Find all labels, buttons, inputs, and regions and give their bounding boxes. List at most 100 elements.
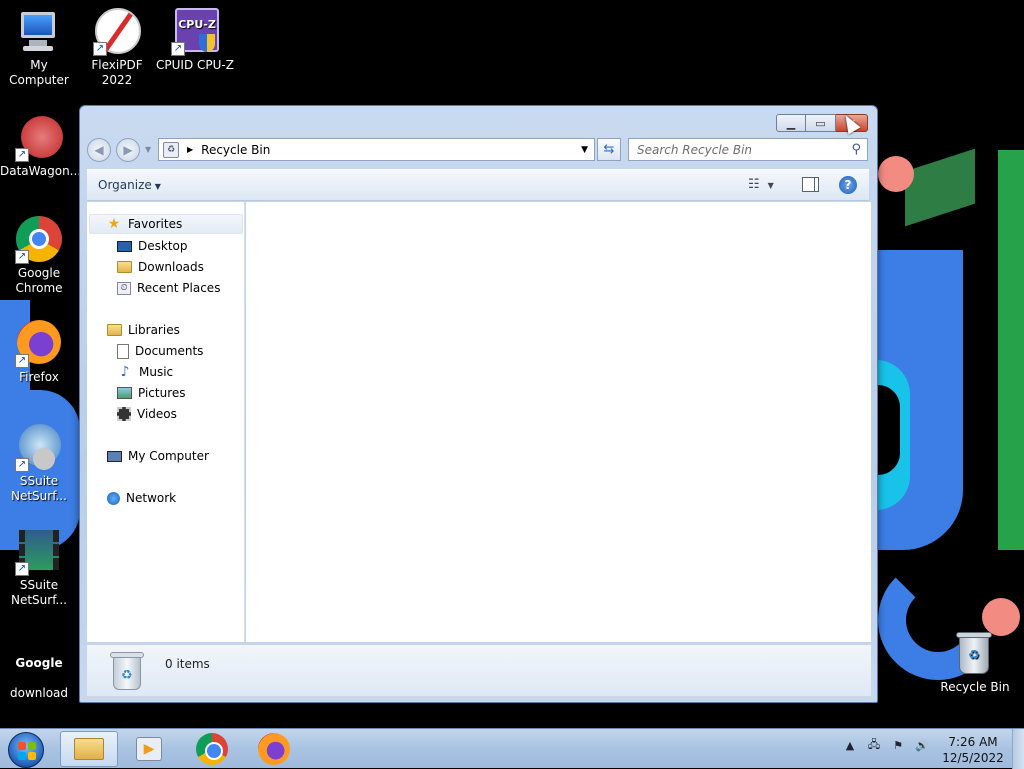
pictures-icon [117,387,132,399]
taskbar-explorer[interactable] [60,731,118,767]
clock[interactable]: 7:26 AM 12/5/2022 [940,734,1006,766]
shortcut-arrow-icon: ↗ [15,458,29,472]
taskbar-chrome[interactable] [183,731,241,767]
organize-button[interactable]: Organize ▼ [98,178,161,192]
wallpaper-shape [998,150,1024,550]
explorer-window[interactable]: ▁ ▭ ✕ ◀ ▶ ▼ ♻ ▶ Recycle Bin ▼ ⇆ ⚲ Organi… [79,105,878,703]
network-icon [107,491,120,505]
back-button[interactable]: ◀ [87,138,111,162]
nav-my-computer[interactable]: My Computer [107,446,209,466]
flexipdf-icon: ↗ [93,8,141,56]
minimize-button[interactable]: ▁ [776,114,806,132]
desktop-icon-cpuz[interactable]: CPU-Z ↗ CPUID CPU-Z [156,8,234,73]
desktop-icon-recycle-bin[interactable]: ♻ Recycle Bin [936,630,1014,695]
help-icon: ? [844,178,852,192]
datawagon-icon: ↗ [15,114,63,162]
wallpaper-shape [878,156,914,192]
ssuite-netsurfer-icon: ↗ [15,424,63,472]
taskbar-media-player[interactable]: ▶ [120,731,178,767]
search-icon[interactable]: ⚲ [851,142,861,157]
cpuz-icon: CPU-Z ↗ [171,8,219,56]
libraries-icon [107,324,122,336]
chevron-down-icon: ▼ [154,182,161,191]
desktop-icon-firefox[interactable]: ↗ Firefox [0,320,78,385]
file-list-area[interactable] [246,202,871,642]
forward-arrow-icon: ▶ [123,143,133,157]
recycle-bin-icon: ♻ [951,630,999,678]
firefox-icon [258,733,290,765]
nav-libraries[interactable]: Libraries [107,320,180,340]
details-pane: ♻ 0 items [87,644,871,696]
show-hidden-icons-icon[interactable]: ▲ [842,737,858,753]
breadcrumb-separator-icon[interactable]: ▶ [187,145,193,154]
shortcut-arrow-icon: ↗ [15,250,29,264]
help-button[interactable]: ? [839,176,857,194]
nav-item-pictures[interactable]: Pictures [117,383,186,403]
my-computer-icon [15,8,63,56]
view-details-icon: ☷ [748,177,760,192]
nav-item-desktop[interactable]: Desktop [117,236,188,256]
clock-time: 7:26 AM [948,735,998,749]
windows-logo-icon [18,742,36,760]
computer-icon [107,450,122,462]
refresh-icon: ⇆ [603,142,615,157]
navigation-row: ◀ ▶ ▼ ♻ ▶ Recycle Bin ▼ ⇆ ⚲ [87,137,869,163]
recent-pages-dropdown[interactable]: ▼ [145,145,151,154]
desktop-icon-ssuite-netsurfer[interactable]: ↗ SSuite NetSurf... [0,424,78,504]
desktop-icon [117,240,132,252]
downloads-folder-icon [117,261,132,273]
recent-places-icon: ⏲ [117,281,131,295]
explorer-folder-icon [74,738,104,760]
desktop-icon-google-chrome[interactable]: ↗ Google Chrome [0,216,78,296]
change-view-button[interactable]: ☷ ▼ [748,177,774,192]
refresh-button[interactable]: ⇆ [597,138,621,161]
shortcut-arrow-icon: ↗ [93,42,107,56]
recycle-bin-large-icon: ♻ [109,650,145,692]
item-count: 0 items [165,657,210,671]
wallpaper-shape [878,385,900,475]
desktop-icon-my-computer[interactable]: My Computer [0,8,78,88]
back-arrow-icon: ◀ [94,143,104,157]
taskbar: ▶ ▲ 🖧 ⚑ 🔊 7:26 AM 12/5/2022 [0,728,1024,769]
videos-icon [117,407,131,421]
wallpaper-shape [905,148,975,227]
desktop-icon-datawagon[interactable]: ↗ DataWagon... [0,114,81,179]
command-bar: Organize ▼ ☷ ▼ ? [87,169,869,201]
maximize-button[interactable]: ▭ [806,114,836,132]
star-icon: ★ [107,216,121,232]
start-button[interactable] [8,732,44,768]
firefox-icon: ↗ [15,320,63,368]
network-status-icon[interactable]: 🖧 [866,737,882,753]
documents-icon [117,343,129,359]
search-input[interactable] [635,140,845,160]
show-desktop-button[interactable] [1012,729,1024,769]
search-box: ⚲ [628,138,868,161]
nav-item-videos[interactable]: Videos [117,404,177,424]
nav-item-downloads[interactable]: Downloads [117,257,204,277]
nav-network[interactable]: Network [107,488,176,508]
address-dropdown-icon[interactable]: ▼ [581,145,588,155]
nav-item-recent-places[interactable]: ⏲ Recent Places [117,278,220,298]
shortcut-arrow-icon: ↗ [15,562,29,576]
desktop-icon-download[interactable]: Google download [0,656,78,701]
system-tray: ▲ 🖧 ⚑ 🔊 [842,737,930,753]
view-options-chevron-icon[interactable]: ▼ [768,181,774,190]
address-bar[interactable]: ♻ ▶ Recycle Bin ▼ [158,138,595,161]
shortcut-arrow-icon: ↗ [15,354,29,368]
volume-icon[interactable]: 🔊 [914,737,930,753]
forward-button[interactable]: ▶ [116,138,140,162]
action-center-flag-icon[interactable]: ⚑ [890,737,906,753]
breadcrumb-recycle-bin[interactable]: Recycle Bin [201,143,270,157]
desktop-icon-flexipdf[interactable]: ↗ FlexiPDF 2022 [78,8,156,88]
navigation-pane: ★ Favorites Desktop Downloads ⏲ Recent P… [87,202,245,642]
nav-favorites[interactable]: ★ Favorites [89,214,243,234]
nav-item-documents[interactable]: Documents [117,341,203,361]
music-note-icon: ♪ [120,364,130,380]
desktop-icon-ssuite-netsurfer-video[interactable]: ↗ SSuite NetSurf... [0,528,78,608]
taskbar-firefox[interactable] [245,731,303,767]
google-download-icon: Google [15,656,63,670]
chrome-icon [196,733,228,765]
nav-item-music[interactable]: ♪ Music [117,362,174,382]
preview-pane-button[interactable] [802,177,819,192]
recycle-bin-small-icon: ♻ [163,141,179,158]
